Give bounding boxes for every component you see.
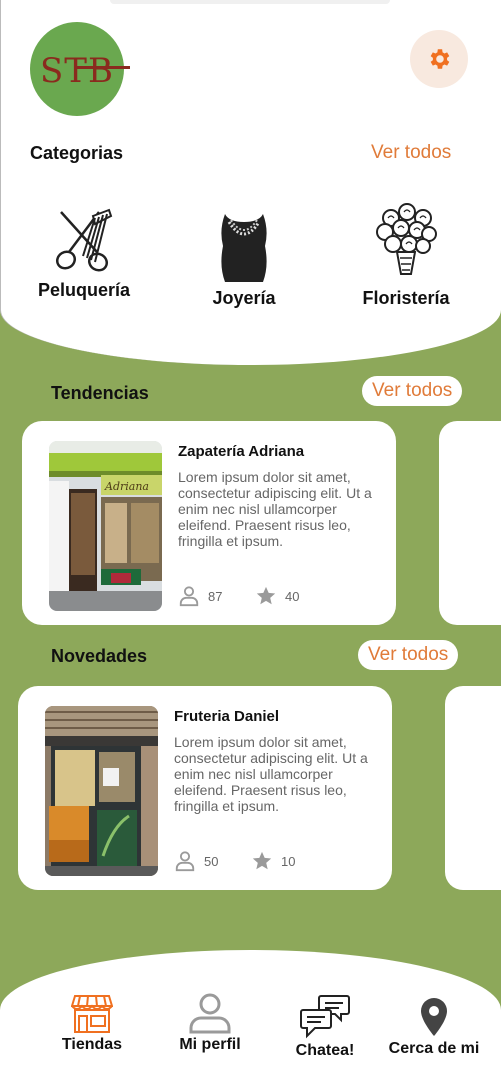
next-store-card[interactable] [439,421,501,625]
user-outline-icon [179,586,199,607]
user-outline-icon [175,851,195,872]
store-card-fruteria[interactable]: Fruteria Daniel Lorem ipsum dolor sit am… [18,686,392,890]
store-photo [45,706,158,876]
trends-title: Tendencias [51,383,149,403]
trends-see-all-button[interactable]: Ver todos [362,376,463,406]
nav-label: Tiendas [61,1036,123,1053]
user-icon [189,993,231,1034]
category-label: Floristería [362,288,450,308]
rating-stat: 10 [251,850,295,872]
settings-button[interactable] [410,30,468,88]
rating-count: 10 [281,853,296,869]
rating-stat: 40 [255,585,299,607]
bouquet-icon [376,203,437,275]
brand-logo[interactable]: STB [30,22,130,116]
followers-count: 87 [208,588,223,604]
rating-count: 40 [285,588,300,604]
categories-see-all-link[interactable]: Ver todos [371,142,451,164]
store-card-zapateria[interactable]: Adriana Zapatería Adriana Lorem ipsum do… [22,421,396,625]
nav-cerca-de-mi[interactable]: Cerca de mi [384,996,484,1058]
nav-label: Chatea! [295,1042,355,1059]
necklace-icon [221,214,267,282]
next-store-card[interactable] [445,686,501,890]
category-floristeria[interactable]: Floristería [356,202,456,309]
scissors-comb-icon [55,208,113,272]
followers-stat: 50 [174,850,218,872]
followers-stat: 87 [178,585,222,607]
store-name: Fruteria Daniel [174,708,280,725]
news-see-all-button[interactable]: Ver todos [358,640,459,670]
category-label: Peluquería [37,280,131,300]
logo-text: STB [40,51,114,91]
star-icon [256,586,276,605]
nav-label: Cerca de mi [388,1040,480,1057]
store-description: Lorem ipsum dolor sit amet, consectetur … [174,734,368,814]
category-peluqueria[interactable]: Peluquería [34,208,134,301]
gear-icon [430,49,450,69]
star-icon [252,851,272,870]
store-name: Zapatería Adriana [178,443,305,460]
nav-chatea[interactable]: Chatea! [285,994,365,1060]
category-label: Joyería [212,288,276,308]
store-icon [71,995,113,1033]
shop-sign-text: Adriana [104,480,149,493]
top-edge [110,0,390,4]
nav-tiendas[interactable]: Tiendas [52,992,132,1054]
nav-mi-perfil[interactable]: Mi perfil [170,992,250,1054]
news-title: Novedades [51,646,148,666]
chat-icon [300,995,350,1039]
followers-count: 50 [204,853,219,869]
nav-label: Mi perfil [179,1036,241,1053]
store-photo: Adriana [49,441,162,611]
store-description: Lorem ipsum dolor sit amet, consectetur … [178,469,372,549]
location-pin-icon [421,998,447,1036]
categories-title: Categorias [30,143,124,163]
category-joyeria[interactable]: Joyería [194,210,294,309]
